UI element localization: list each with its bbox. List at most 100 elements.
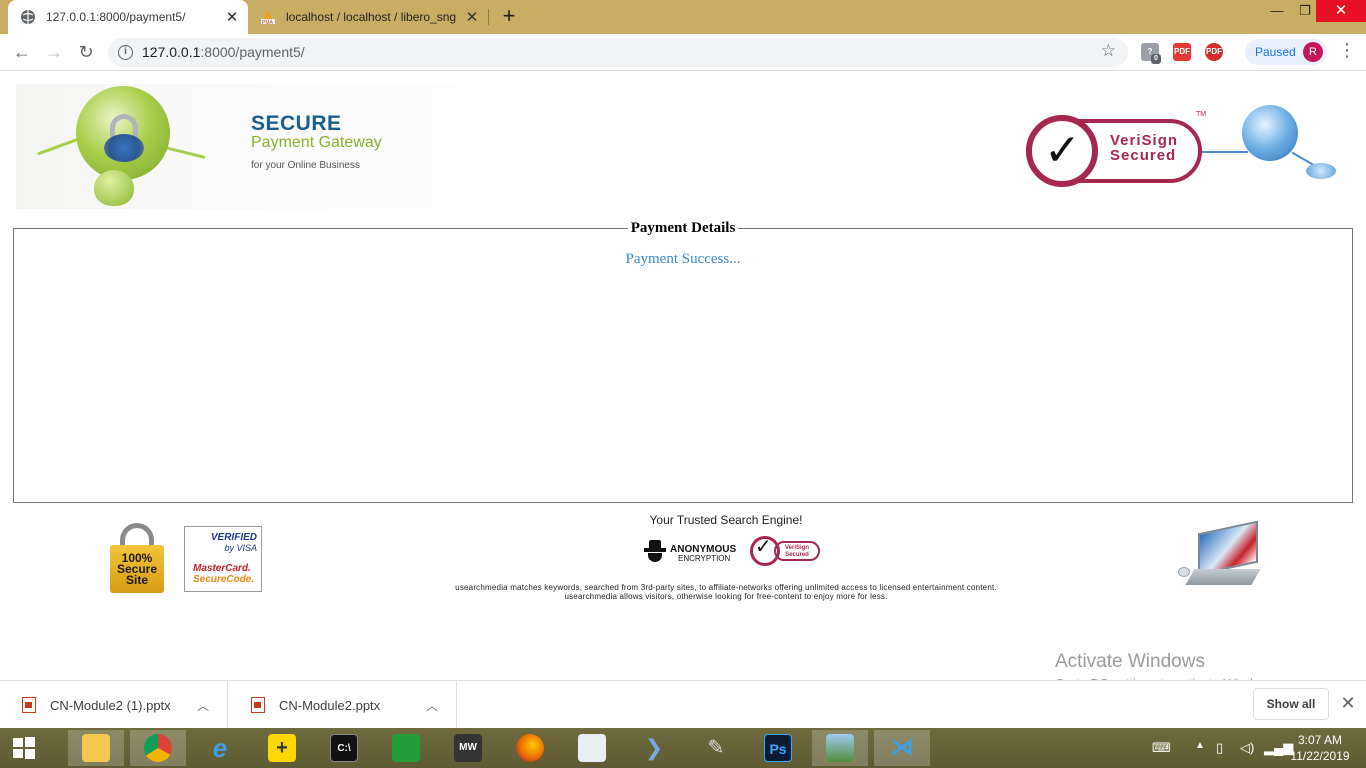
watermark-line1: Activate Windows — [1055, 651, 1205, 672]
extension-badge: 0 — [1151, 54, 1161, 64]
system-clock[interactable]: 3:07 AM 11/22/2019 — [1290, 732, 1350, 764]
url-text[interactable]: 127.0.0.1:8000/payment5/ — [142, 44, 305, 60]
tab-title: localhost / localhost / libero_sng — [286, 10, 457, 24]
anon-line2: ENCRYPTION — [678, 554, 731, 563]
banner-title: SECURE — [251, 112, 342, 135]
trademark-mark: TM — [1196, 111, 1207, 118]
info-icon[interactable]: i — [118, 45, 133, 60]
verisign-banner: ✓ VeriSign Secured TM — [1020, 99, 1352, 189]
vscode-icon: ⋊ — [890, 734, 914, 761]
pdf-converter-icon[interactable]: PDF — [1205, 43, 1223, 61]
mastercard-line1: MasterCard. — [193, 563, 251, 574]
download-filename: CN-Module2.pptx — [279, 697, 381, 713]
keyboard-icon[interactable]: ⌨ — [1152, 740, 1171, 756]
page-content: SECURE Payment Gateway for your Online B… — [0, 71, 1366, 691]
small-seal-line1: VeriSign — [784, 545, 809, 551]
forward-arrow-icon[interactable]: → — [42, 40, 66, 64]
reload-icon[interactable]: ↻ — [74, 40, 98, 64]
download-shelf: CN-Module2 (1).pptx ︿ CN-Module2.pptx ︿ … — [0, 680, 1366, 729]
taskbar-dolphin[interactable]: ❯ — [626, 730, 682, 766]
download-filename: CN-Module2 (1).pptx — [50, 697, 171, 713]
powerpoint-file-icon — [22, 697, 36, 713]
firefox-icon — [516, 734, 544, 762]
minimize-button[interactable]: — — [1262, 0, 1292, 22]
taskbar-chrome[interactable] — [130, 730, 186, 766]
taskbar-mfg[interactable]: MW — [440, 730, 496, 766]
tools-icon: ✎ — [707, 737, 725, 759]
clock-time: 3:07 AM — [1297, 733, 1343, 747]
download-item[interactable]: CN-Module2.pptx ︿ — [229, 681, 457, 729]
window-close-button[interactable]: ✕ — [1316, 0, 1366, 22]
padlock-icon — [102, 114, 146, 162]
checkmark-icon: ✓ — [1044, 126, 1081, 175]
network-icon[interactable]: ▂▄▆ — [1264, 740, 1293, 756]
profile-paused-button[interactable]: Paused R — [1245, 39, 1327, 65]
picture-icon — [826, 734, 854, 762]
taskbar-store[interactable] — [378, 730, 434, 766]
disclaimer-text: usearchmedia matches keywords, searched … — [0, 583, 1366, 601]
tab-close-icon[interactable]: ✕ — [222, 7, 242, 27]
download-item[interactable]: CN-Module2 (1).pptx ︿ — [0, 681, 228, 729]
banner-subtitle: Payment Gateway — [251, 134, 382, 151]
tray-expand-icon[interactable]: ▲ — [1195, 740, 1205, 751]
bookmark-star-icon[interactable]: ☆ — [1101, 41, 1116, 61]
document-icon — [578, 734, 606, 762]
disclaimer-line1: usearchmedia matches keywords, searched … — [455, 583, 997, 592]
clock-date: 11/22/2019 — [1290, 749, 1350, 763]
taskbar-photos[interactable] — [812, 730, 868, 766]
volume-icon[interactable]: ◁) — [1240, 740, 1254, 756]
terminal-icon: C:\ — [330, 734, 358, 762]
taskbar-tools[interactable]: ✎ — [688, 730, 744, 766]
store-icon — [392, 734, 420, 762]
battery-icon[interactable]: ▯ — [1216, 740, 1223, 756]
taskbar-vscode[interactable]: ⋊ — [874, 730, 930, 766]
taskbar-photoshop[interactable]: Ps — [750, 730, 806, 766]
dolphin-icon: ❯ — [644, 735, 664, 760]
anonymous-encryption-badge: ANONYMOUS ENCRYPTION — [642, 538, 740, 566]
chevron-up-icon[interactable]: ︿ — [193, 697, 213, 714]
legend-text: Payment Details — [627, 220, 739, 236]
phpmyadmin-icon: PMA — [261, 11, 275, 25]
small-seal-line2: Secured — [785, 552, 809, 558]
menu-kebab-icon[interactable]: ⋮ — [1338, 40, 1356, 61]
tab-separator — [488, 9, 489, 25]
tab-payment[interactable]: 127.0.0.1:8000/payment5/ ✕ — [8, 0, 248, 34]
trusted-search-text: Your Trusted Search Engine! — [649, 513, 803, 527]
visa-line1: VERIFIED — [210, 532, 257, 543]
browser-toolbar: ← → ↻ i 127.0.0.1:8000/payment5/ ☆ ? 0 P… — [0, 34, 1366, 71]
cable-graphic — [1200, 151, 1248, 153]
taskbar-firefox[interactable] — [502, 730, 558, 766]
address-bar[interactable]: i 127.0.0.1:8000/payment5/ ☆ — [108, 38, 1128, 67]
start-button[interactable] — [0, 730, 48, 766]
checkmark-icon: ✓ — [755, 536, 772, 558]
tab-close-icon[interactable]: ✕ — [462, 7, 482, 27]
payment-details-fieldset: Payment Details Payment Success... — [13, 220, 1353, 503]
url-host: 127.0.0.1 — [142, 44, 201, 60]
laptop-icon — [1176, 520, 1262, 589]
avatar: R — [1303, 42, 1323, 62]
check-ring-icon: ✓ — [1026, 115, 1098, 187]
verisign-small-seal: ✓ VeriSign Secured — [750, 536, 822, 568]
taskbar-file-explorer[interactable] — [68, 730, 124, 766]
seal-line2: Secured — [1110, 147, 1177, 164]
spy-icon — [644, 540, 666, 562]
taskbar-internet-explorer[interactable]: e — [192, 730, 248, 766]
folder-icon — [82, 734, 110, 762]
tab-title: 127.0.0.1:8000/payment5/ — [46, 10, 186, 24]
paused-label: Paused — [1255, 45, 1296, 59]
taskbar-app[interactable]: + — [254, 730, 310, 766]
chevron-up-icon[interactable]: ︿ — [422, 697, 442, 714]
show-all-button[interactable]: Show all — [1253, 688, 1329, 720]
chrome-icon — [144, 734, 172, 762]
ie-icon: e — [212, 733, 228, 763]
tab-phpmyadmin[interactable]: PMA localhost / localhost / libero_sng ✕ — [248, 0, 488, 34]
close-icon[interactable]: ✕ — [1338, 693, 1358, 714]
payment-success-message: Payment Success... — [625, 251, 741, 267]
taskbar-reader[interactable] — [564, 730, 620, 766]
mouse-icon — [1306, 163, 1336, 179]
taskbar-command-prompt[interactable]: C:\ — [316, 730, 372, 766]
back-arrow-icon[interactable]: ← — [10, 40, 34, 64]
pdf-extension-icon[interactable]: PDF — [1173, 43, 1191, 61]
new-tab-button[interactable]: + — [498, 5, 520, 28]
url-path: :8000/payment5/ — [200, 44, 305, 60]
